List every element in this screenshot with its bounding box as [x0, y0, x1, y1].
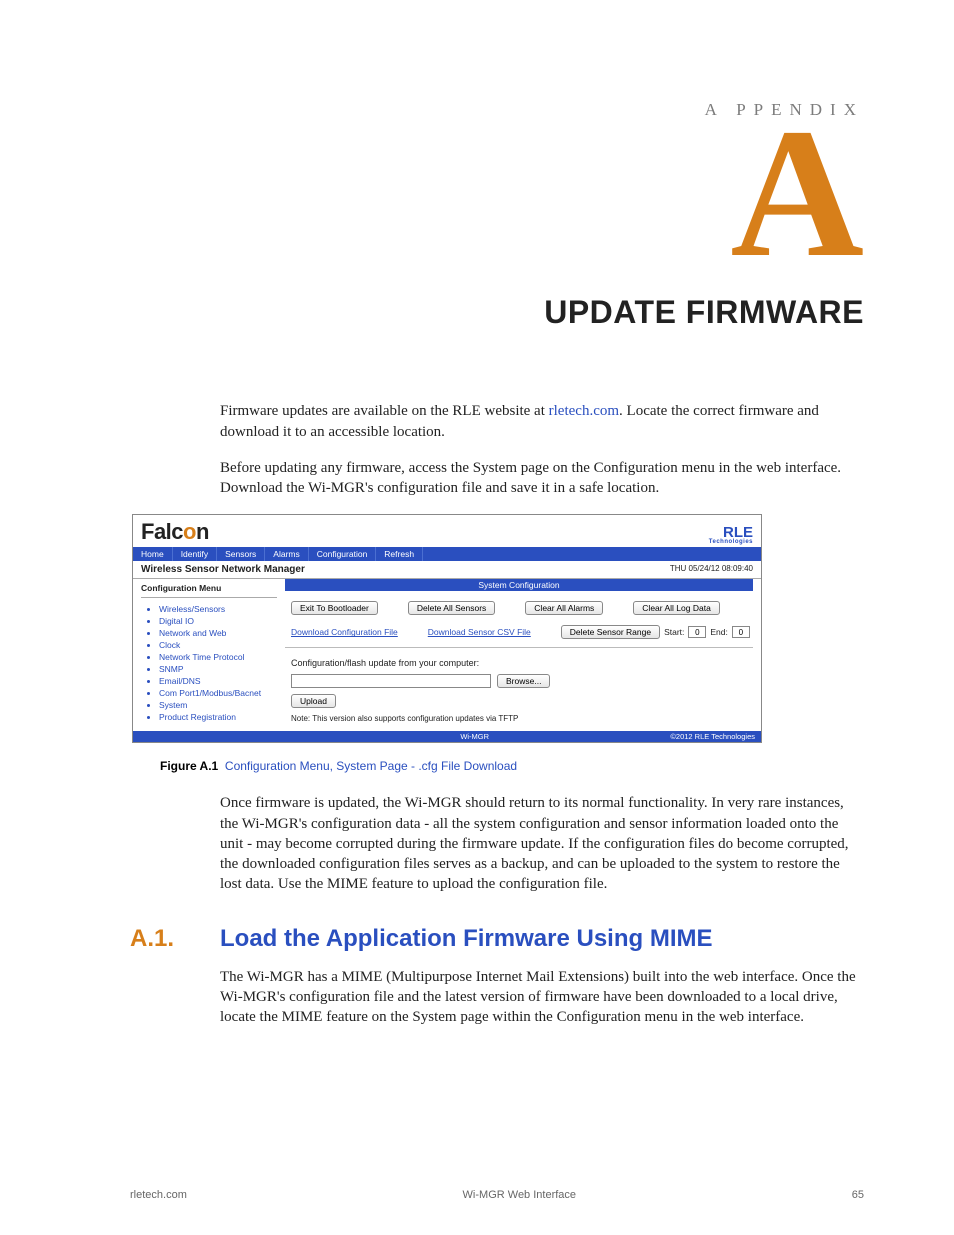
side-item-ntp[interactable]: Network Time Protocol — [159, 652, 277, 662]
ss-datetime: THU 05/24/12 08:09:40 — [670, 564, 753, 575]
page-footer: rletech.com Wi-MGR Web Interface 65 — [130, 1189, 864, 1201]
appendix-letter: A — [130, 122, 864, 266]
footer-right: 65 — [852, 1189, 864, 1201]
tab-sensors[interactable]: Sensors — [217, 547, 265, 561]
file-input[interactable] — [291, 674, 491, 688]
delete-sensor-range-button[interactable]: Delete Sensor Range — [561, 625, 660, 639]
tftp-note: Note: This version also supports configu… — [285, 714, 753, 723]
download-csv-link[interactable]: Download Sensor CSV File — [428, 627, 531, 637]
system-config-screenshot: Falcon RLE Technologies Home Identify Se… — [132, 514, 762, 743]
delete-all-sensors-button[interactable]: Delete All Sensors — [408, 601, 495, 615]
side-item-registration[interactable]: Product Registration — [159, 712, 277, 722]
tab-refresh[interactable]: Refresh — [376, 547, 423, 561]
figure-caption: Figure A.1 Configuration Menu, System Pa… — [160, 759, 864, 773]
tab-alarms[interactable]: Alarms — [265, 547, 308, 561]
tab-home[interactable]: Home — [133, 547, 173, 561]
exit-bootloader-button[interactable]: Exit To Bootloader — [291, 601, 378, 615]
ss-footer-center: Wi-MGR — [285, 731, 664, 742]
tab-configuration[interactable]: Configuration — [309, 547, 377, 561]
clear-all-alarms-button[interactable]: Clear All Alarms — [525, 601, 603, 615]
end-label: End: — [710, 627, 728, 637]
section-title: Load the Application Firmware Using MIME — [220, 925, 712, 953]
intro-paragraph-2: Before updating any firmware, access the… — [220, 458, 864, 499]
ss-footer-right: ©2012 RLE Technologies — [664, 731, 761, 742]
tab-identify[interactable]: Identify — [173, 547, 217, 561]
rle-logo: RLE Technologies — [709, 526, 753, 545]
side-item-clock[interactable]: Clock — [159, 640, 277, 650]
side-item-system[interactable]: System — [159, 700, 277, 710]
side-item-wireless[interactable]: Wireless/Sensors — [159, 604, 277, 614]
section-paragraph: The Wi-MGR has a MIME (Multipurpose Inte… — [220, 967, 864, 1028]
end-input[interactable] — [732, 626, 750, 638]
footer-left: rletech.com — [130, 1189, 187, 1201]
ss-title: Wireless Sensor Network Manager — [141, 564, 305, 575]
side-item-comport[interactable]: Com Port1/Modbus/Bacnet — [159, 688, 277, 698]
post-figure-paragraph: Once firmware is updated, the Wi-MGR sho… — [220, 793, 864, 894]
ss-side-title: Configuration Menu — [141, 583, 277, 593]
ss-navbar: Home Identify Sensors Alarms Configurati… — [133, 547, 761, 561]
intro-paragraph-1: Firmware updates are available on the RL… — [220, 401, 864, 442]
side-item-emaildns[interactable]: Email/DNS — [159, 676, 277, 686]
ss-sidebar: Configuration Menu Wireless/Sensors Digi… — [133, 579, 285, 731]
download-config-link[interactable]: Download Configuration File — [291, 627, 398, 637]
clear-all-logdata-button[interactable]: Clear All Log Data — [633, 601, 720, 615]
footer-center: Wi-MGR Web Interface — [463, 1189, 577, 1201]
start-label: Start: — [664, 627, 684, 637]
upload-label: Configuration/flash update from your com… — [285, 658, 753, 668]
start-input[interactable] — [688, 626, 706, 638]
side-item-digitalio[interactable]: Digital IO — [159, 616, 277, 626]
section-number: A.1. — [130, 925, 220, 953]
falcon-logo: Falcon — [141, 519, 209, 545]
ss-section-title: System Configuration — [285, 579, 753, 591]
rletech-link[interactable]: rletech.com — [549, 403, 619, 419]
browse-button[interactable]: Browse... — [497, 674, 550, 688]
upload-button[interactable]: Upload — [291, 694, 336, 708]
chapter-title: UPDATE FIRMWARE — [130, 294, 864, 331]
side-item-snmp[interactable]: SNMP — [159, 664, 277, 674]
side-item-network[interactable]: Network and Web — [159, 628, 277, 638]
